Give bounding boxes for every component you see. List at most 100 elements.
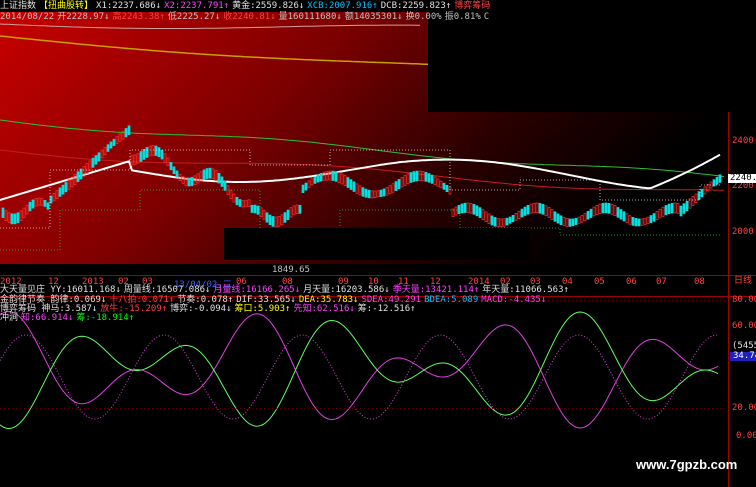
candle bbox=[604, 202, 608, 214]
candle bbox=[631, 216, 635, 226]
candle bbox=[679, 205, 683, 217]
row-field: 2014/08/22 bbox=[0, 12, 55, 22]
candle bbox=[250, 204, 254, 213]
candle bbox=[475, 205, 479, 217]
header-row-quote: 上证指数 【扭曲股转】 X1:2237.686↓ X2:2237.791↑ 黄金:255… bbox=[0, 1, 493, 11]
candle bbox=[301, 184, 305, 194]
candle bbox=[664, 205, 668, 216]
row-field: 黄金:2559.826↓ bbox=[232, 1, 305, 11]
price-tick-2400: 2400. bbox=[732, 136, 756, 146]
candle bbox=[265, 212, 269, 223]
row-field: XCB:2007.916↑ bbox=[307, 1, 378, 11]
row-field: 博弈筹码 bbox=[454, 1, 491, 11]
candle bbox=[361, 187, 365, 197]
candle bbox=[217, 172, 221, 184]
row-field: 年天量:11066.563↑ bbox=[482, 285, 569, 295]
candle bbox=[76, 171, 80, 183]
candle bbox=[670, 202, 674, 214]
candle bbox=[319, 173, 323, 182]
indicator-row-oscillator: 冲涧 知:66.914↓ 筹:-18.914↑ bbox=[0, 313, 137, 323]
candle bbox=[553, 211, 557, 222]
candle bbox=[718, 174, 722, 183]
row-field: 先知:62.516↓ bbox=[293, 304, 355, 314]
row-field: 【扭曲股转】 bbox=[39, 1, 94, 11]
candle bbox=[394, 181, 398, 191]
candle bbox=[637, 218, 641, 227]
candle bbox=[682, 203, 686, 214]
candle bbox=[202, 169, 206, 180]
osc-tick-60: 60.00 bbox=[732, 321, 756, 331]
candle bbox=[187, 177, 191, 187]
candle bbox=[472, 203, 476, 215]
candle bbox=[424, 171, 428, 182]
candle bbox=[286, 209, 290, 220]
row-field: 季天量:13421.114↑ bbox=[392, 285, 480, 295]
candle bbox=[559, 215, 563, 226]
candle bbox=[526, 204, 530, 215]
candle bbox=[478, 207, 482, 218]
candle bbox=[172, 166, 176, 175]
osc-tick-80: 80.00 bbox=[732, 295, 756, 305]
candle bbox=[298, 204, 302, 214]
row-field: 知:66.914↓ bbox=[21, 313, 74, 323]
watermark: www.7gpzb.com bbox=[636, 457, 738, 472]
candle bbox=[685, 200, 689, 212]
candle bbox=[334, 171, 338, 182]
row-field: 开2228.97↓ bbox=[57, 12, 110, 22]
row-field: 月量线:16166.265↓ bbox=[213, 285, 301, 295]
candle bbox=[316, 174, 320, 183]
candle bbox=[271, 216, 275, 227]
candle bbox=[31, 199, 35, 209]
candle bbox=[13, 213, 17, 225]
candle bbox=[28, 201, 32, 212]
candle bbox=[10, 213, 14, 225]
candle bbox=[505, 217, 509, 226]
candle bbox=[253, 204, 257, 214]
candle bbox=[652, 213, 656, 222]
candle bbox=[208, 167, 212, 179]
row-field: 换0.00% bbox=[405, 12, 442, 22]
candle bbox=[397, 179, 401, 190]
candle bbox=[634, 218, 638, 227]
oscillator-magenta bbox=[0, 310, 719, 429]
price-tick-2000: 2000. bbox=[732, 227, 756, 237]
candle bbox=[16, 212, 20, 223]
row-field: 额14035301↓ bbox=[344, 12, 403, 22]
osc-badge-top: (5455) bbox=[732, 341, 756, 351]
row-field: 上证指数 bbox=[0, 1, 37, 11]
candle bbox=[700, 188, 704, 198]
low-price-label: 1849.65 bbox=[272, 265, 310, 275]
osc-tick-0: 0.00 bbox=[736, 431, 756, 441]
time-axis-label: 08 bbox=[694, 277, 705, 287]
current-price-badge: 2240.8 bbox=[728, 174, 756, 183]
time-axis-label: 06 bbox=[626, 277, 637, 287]
candle bbox=[571, 218, 575, 227]
candle bbox=[127, 125, 131, 136]
candle bbox=[283, 212, 287, 223]
row-field: C bbox=[483, 12, 490, 22]
candle bbox=[520, 208, 524, 218]
candle bbox=[58, 187, 62, 197]
candle bbox=[589, 208, 593, 218]
candle bbox=[94, 155, 98, 165]
indicator-row-volume: 大天量见庄 YY:16011.168↓ 周量线:16507.086↓ 月量线:161… bbox=[0, 285, 572, 295]
candle bbox=[601, 202, 605, 214]
row-field: DCB:2259.823↑ bbox=[380, 1, 452, 11]
candle bbox=[556, 213, 560, 224]
candle bbox=[427, 173, 431, 183]
candle bbox=[169, 162, 173, 171]
candle bbox=[430, 174, 434, 184]
candle bbox=[190, 177, 194, 187]
candle bbox=[64, 182, 68, 193]
period-label[interactable]: 日线 bbox=[734, 277, 752, 286]
candle bbox=[412, 171, 416, 182]
row-field: X1:2237.686↓ bbox=[96, 1, 162, 11]
candle bbox=[256, 205, 260, 215]
candle bbox=[538, 203, 542, 214]
candle bbox=[715, 176, 719, 185]
row-field: 大天量见庄 YY:16011.168↓ bbox=[0, 285, 121, 295]
candle bbox=[154, 145, 158, 156]
candle bbox=[124, 128, 128, 138]
row-field: 量160111680↓ bbox=[278, 12, 342, 22]
candle bbox=[349, 179, 353, 190]
